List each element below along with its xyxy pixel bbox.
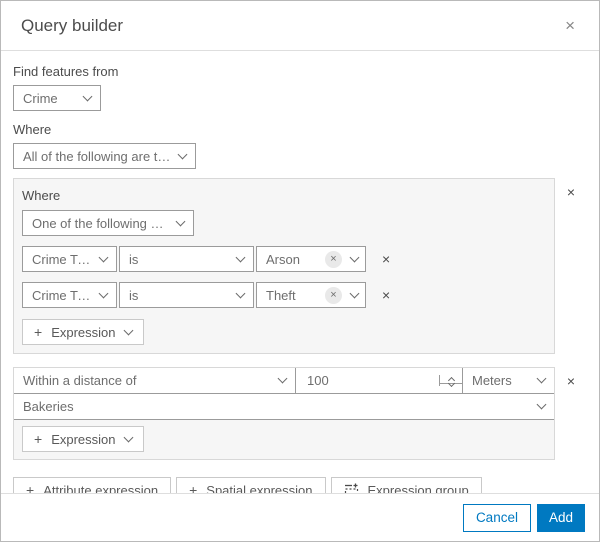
chevron-down-icon bbox=[98, 252, 109, 262]
unit-select-value: Meters bbox=[472, 373, 512, 388]
chevron-down-icon bbox=[447, 379, 455, 388]
add-expression-button[interactable]: + Expression bbox=[22, 426, 144, 452]
add-expression-button[interactable]: + Expression bbox=[22, 319, 144, 345]
expression-group-2-wrap: Within a distance of Meters bbox=[13, 367, 587, 460]
find-features-label: Find features from bbox=[13, 64, 119, 79]
plus-icon: + bbox=[34, 324, 43, 340]
chevron-down-icon bbox=[536, 399, 547, 410]
layer-select-value: Crime bbox=[23, 90, 58, 106]
distance-field bbox=[295, 368, 462, 393]
clear-value-icon[interactable]: × bbox=[325, 250, 342, 268]
add-button[interactable]: Add bbox=[536, 503, 585, 532]
spatial-expression-row: Within a distance of Meters bbox=[14, 368, 554, 394]
dialog-body: Find features from Crime Where All of th… bbox=[1, 64, 599, 503]
chevron-down-icon bbox=[123, 325, 133, 335]
dialog-title: Query builder bbox=[21, 15, 124, 35]
field-select-value: Crime Type bbox=[32, 287, 92, 303]
expression-group-1: Where One of the following are tr... Cri… bbox=[13, 178, 555, 354]
plus-icon: + bbox=[34, 431, 43, 447]
chevron-down-icon bbox=[277, 373, 288, 384]
value-combobox[interactable]: Arson × bbox=[256, 246, 366, 272]
group-combinator-select[interactable]: One of the following are tr... bbox=[22, 210, 194, 236]
value-combobox[interactable]: Theft × bbox=[256, 282, 366, 308]
field-select[interactable]: Crime Type bbox=[22, 246, 117, 272]
group-combinator-value: One of the following are tr... bbox=[32, 215, 169, 231]
chevron-down-icon bbox=[82, 91, 93, 101]
chevron-down-icon bbox=[98, 288, 109, 298]
expression-row: Crime Type is Arson × × bbox=[22, 246, 546, 272]
value-combobox-value: Arson bbox=[266, 251, 300, 267]
close-icon[interactable]: × bbox=[561, 15, 579, 36]
target-layer-select[interactable]: Bakeries bbox=[14, 394, 554, 420]
chevron-down-icon bbox=[175, 216, 186, 226]
combinator-select[interactable]: All of the following are true bbox=[13, 143, 196, 169]
group-remove-icon[interactable]: × bbox=[564, 373, 578, 389]
value-combobox-value: Theft bbox=[266, 287, 296, 303]
group-remove-gutter: × bbox=[555, 367, 587, 389]
chevron-down-icon bbox=[349, 288, 360, 298]
group-remove-gutter: × bbox=[555, 178, 587, 200]
row-remove-icon[interactable]: × bbox=[379, 287, 393, 303]
expression-group-2: Within a distance of Meters bbox=[13, 367, 555, 460]
row-remove-icon[interactable]: × bbox=[379, 251, 393, 267]
operator-select[interactable]: is bbox=[119, 282, 254, 308]
add-expression-label: Expression bbox=[51, 324, 116, 340]
group-where-label: Where bbox=[22, 188, 61, 203]
operator-select-value: is bbox=[129, 287, 139, 303]
spatial-operator-value: Within a distance of bbox=[23, 373, 137, 388]
expression-group-1-wrap: Where One of the following are tr... Cri… bbox=[13, 178, 587, 354]
chevron-down-icon bbox=[177, 149, 188, 159]
field-select-value: Crime Type bbox=[32, 251, 92, 267]
dialog-header: Query builder × bbox=[1, 1, 599, 51]
group-remove-icon[interactable]: × bbox=[564, 184, 578, 200]
chevron-down-icon bbox=[235, 252, 246, 262]
chevron-down-icon bbox=[235, 288, 246, 298]
field-select[interactable]: Crime Type bbox=[22, 282, 117, 308]
unit-select[interactable]: Meters bbox=[462, 368, 554, 393]
operator-select-value: is bbox=[129, 251, 139, 267]
cancel-button[interactable]: Cancel bbox=[462, 503, 531, 532]
add-expression-label: Expression bbox=[51, 431, 116, 447]
layer-select[interactable]: Crime bbox=[13, 85, 101, 111]
dialog-footer: Cancel Add bbox=[1, 493, 599, 541]
expression-row: Crime Type is Theft × × bbox=[22, 282, 546, 308]
chevron-down-icon bbox=[536, 373, 547, 384]
query-builder-dialog: Query builder × Find features from Crime… bbox=[0, 0, 600, 542]
combinator-select-value: All of the following are true bbox=[23, 148, 171, 164]
chevron-down-icon bbox=[349, 252, 360, 262]
chevron-down-icon bbox=[123, 432, 133, 442]
stepper-down-button[interactable] bbox=[440, 379, 462, 388]
clear-value-icon[interactable]: × bbox=[325, 286, 342, 304]
distance-input[interactable] bbox=[296, 373, 439, 388]
operator-select[interactable]: is bbox=[119, 246, 254, 272]
target-layer-value: Bakeries bbox=[23, 399, 74, 414]
where-label: Where bbox=[13, 122, 52, 137]
spatial-operator-select[interactable]: Within a distance of bbox=[14, 368, 295, 393]
distance-stepper bbox=[439, 375, 462, 388]
